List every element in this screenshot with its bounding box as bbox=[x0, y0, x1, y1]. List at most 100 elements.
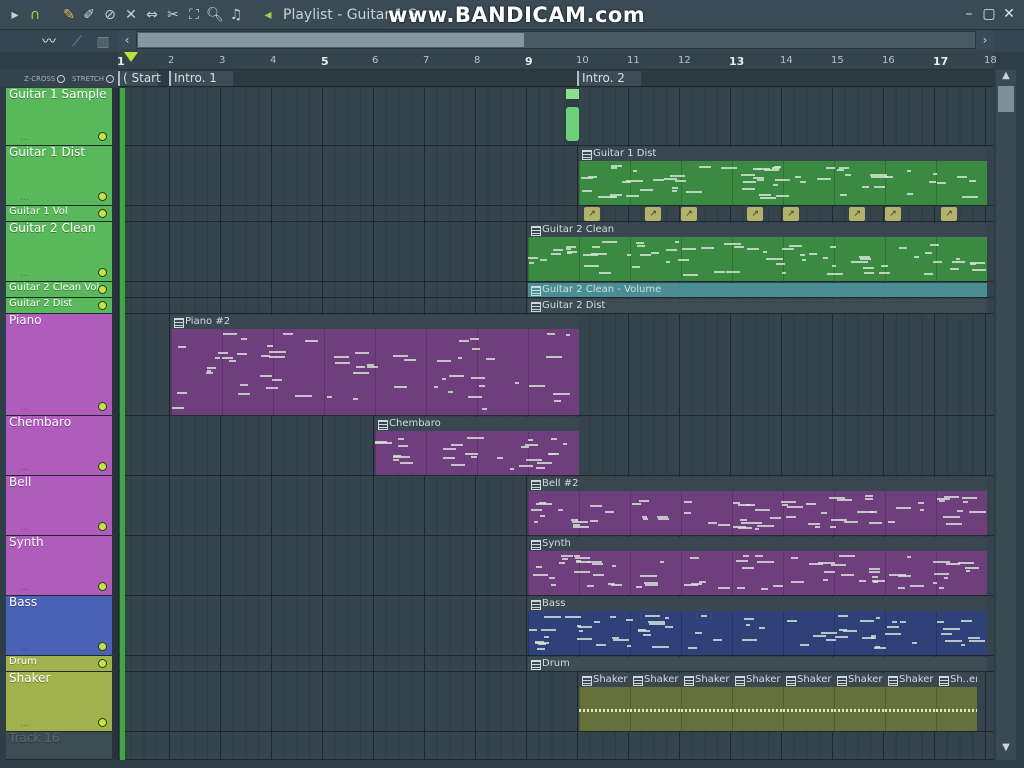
piano-roll-icon[interactable]: ▥ bbox=[94, 33, 112, 51]
clip-chembaro[interactable]: Chembaro bbox=[375, 417, 579, 475]
clip-shaker[interactable]: Shaker bbox=[630, 673, 681, 731]
track-mute-led[interactable] bbox=[98, 642, 107, 651]
track-menu-icon[interactable]: ... bbox=[20, 583, 29, 593]
automation-point-icon[interactable]: ↗ bbox=[747, 207, 764, 221]
vertical-scrollbar[interactable] bbox=[996, 70, 1016, 760]
pencil-icon[interactable]: ✎ bbox=[60, 6, 78, 24]
automation-point-icon[interactable]: ↗ bbox=[783, 207, 799, 221]
track-mute-led[interactable] bbox=[98, 718, 107, 727]
track-header-13[interactable]: Track 16 bbox=[6, 732, 112, 760]
track-header-0[interactable]: Guitar 1 Sample... bbox=[6, 88, 112, 146]
track-header-1[interactable]: Guitar 1 Dist... bbox=[6, 146, 112, 206]
clip-drum[interactable]: Drum bbox=[528, 657, 987, 671]
marker-2[interactable]: Intro. 2 bbox=[577, 71, 641, 86]
playhead-marker[interactable] bbox=[124, 52, 138, 62]
clip-bell-2[interactable]: Bell #2 bbox=[528, 477, 987, 535]
track-mute-led[interactable] bbox=[98, 462, 107, 471]
track-mute-led[interactable] bbox=[98, 209, 107, 218]
track-header-3[interactable]: Guitar 2 Clean... bbox=[6, 222, 112, 282]
track-header-2[interactable]: Guitar 1 Vol bbox=[6, 206, 112, 222]
clip-piano-2[interactable]: Piano #2 bbox=[171, 315, 579, 415]
horizontal-scroll-thumb[interactable] bbox=[138, 33, 524, 47]
track-menu-icon[interactable]: ... bbox=[20, 643, 29, 653]
track-menu-icon[interactable]: ... bbox=[20, 523, 29, 533]
track-menu-icon[interactable]: ... bbox=[20, 193, 29, 203]
paint-icon[interactable]: ✐ bbox=[80, 6, 98, 24]
slice-icon[interactable]: ✂ bbox=[164, 6, 182, 24]
track-menu-icon[interactable]: ... bbox=[20, 269, 29, 279]
clip-guitar-2-clean-volume[interactable]: Guitar 2 Clean - Volume bbox=[528, 283, 987, 297]
scroll-right-arrow[interactable]: › bbox=[976, 31, 994, 49]
track-mute-led[interactable] bbox=[98, 582, 107, 591]
stretch-option[interactable]: STRETCH bbox=[72, 75, 115, 83]
clip-shaker[interactable]: Shaker bbox=[783, 673, 834, 731]
clip-shaker[interactable]: Shaker bbox=[885, 673, 936, 731]
clip-synth[interactable]: Synth bbox=[528, 537, 987, 595]
track-mute-led[interactable] bbox=[98, 285, 107, 294]
speaker-icon[interactable]: ♫ bbox=[227, 6, 245, 24]
track-mute-led[interactable] bbox=[98, 192, 107, 201]
clip-guitar-2-clean[interactable]: Guitar 2 Clean bbox=[528, 223, 987, 281]
track-header-5[interactable]: Guitar 2 Dist bbox=[6, 298, 112, 314]
automation-point-icon[interactable]: ↗ bbox=[584, 207, 601, 221]
track-mute-led[interactable] bbox=[98, 659, 107, 668]
scroll-up-arrow[interactable]: ▲ bbox=[996, 70, 1016, 86]
clip-guitar-2-dist[interactable]: Guitar 2 Dist bbox=[528, 299, 987, 313]
clip-shaker[interactable]: Shaker bbox=[834, 673, 885, 731]
marker-1[interactable]: Intro. 1 bbox=[169, 71, 233, 86]
mute-icon[interactable]: ✕ bbox=[122, 6, 140, 24]
automation-point-icon[interactable]: ↗ bbox=[681, 207, 697, 221]
automation-point-icon[interactable]: ↗ bbox=[885, 207, 901, 221]
track-header-12[interactable]: Shaker... bbox=[6, 672, 112, 732]
magnet-icon[interactable]: ∩ bbox=[26, 6, 44, 24]
maximize-icon[interactable]: ▢ bbox=[980, 5, 998, 23]
track-menu-icon[interactable]: ... bbox=[20, 403, 29, 413]
track-mute-led[interactable] bbox=[98, 301, 107, 310]
clip-shaker[interactable]: Shaker bbox=[579, 673, 630, 731]
track-mute-led[interactable] bbox=[98, 522, 107, 531]
track-header-9[interactable]: Synth... bbox=[6, 536, 112, 596]
slip-icon[interactable]: ⇔ bbox=[143, 6, 161, 24]
automation-icon[interactable]: ⟋ bbox=[68, 33, 86, 51]
waveform-icon[interactable]: 〰 bbox=[40, 33, 58, 51]
track-mute-led[interactable] bbox=[98, 268, 107, 277]
track-menu-icon[interactable]: ... bbox=[20, 133, 29, 143]
minimize-icon[interactable]: – bbox=[960, 5, 978, 23]
clip-shaker[interactable]: Shaker bbox=[732, 673, 783, 731]
clip-bass[interactable]: Bass bbox=[528, 597, 987, 655]
track-mute-led[interactable] bbox=[98, 402, 107, 411]
track-header-10[interactable]: Bass... bbox=[6, 596, 112, 656]
clip-audio[interactable] bbox=[566, 89, 579, 145]
track-menu-icon[interactable]: ... bbox=[20, 463, 29, 473]
horizontal-scrollbar[interactable] bbox=[136, 31, 976, 49]
automation-point-icon[interactable]: ↗ bbox=[941, 207, 958, 221]
vertical-scroll-thumb[interactable] bbox=[998, 82, 1014, 112]
track-mute-led[interactable] bbox=[98, 132, 107, 141]
marker-row[interactable]: ( Start Intro. 1 Intro. 2 bbox=[118, 70, 994, 87]
delete-icon[interactable]: ⊘ bbox=[101, 6, 119, 24]
track-header-7[interactable]: Chembaro... bbox=[6, 416, 112, 476]
automation-point-icon[interactable]: ↗ bbox=[849, 207, 866, 221]
arrow-right-icon[interactable]: ▸ bbox=[6, 6, 24, 24]
timeline-ruler[interactable]: 1 2 3 4 5 6 7 8 9 10 11 12 13 14 15 16 17 18 bbox=[117, 52, 997, 70]
zcross-option[interactable]: Z-CROSS bbox=[24, 75, 66, 83]
track-header-6[interactable]: Piano... bbox=[6, 314, 112, 416]
track-header-4[interactable]: Guitar 2 Clean Vol. bbox=[6, 282, 112, 298]
scroll-down-arrow[interactable]: ▼ bbox=[996, 742, 1016, 758]
scroll-left-arrow[interactable]: ‹ bbox=[118, 31, 136, 49]
zoom-icon[interactable]: 🔍︎ bbox=[206, 6, 224, 24]
close-icon[interactable]: ✕ bbox=[1000, 5, 1018, 23]
title-bar[interactable]: ▸ ∩ ✎ ✐ ⊘ ✕ ⇔ ✂ ⛶ 🔍︎ ♫ ◂ Playlist - Guit… bbox=[0, 0, 1024, 30]
automation-point-icon[interactable]: ↗ bbox=[645, 207, 662, 221]
select-icon[interactable]: ⛶ bbox=[185, 6, 203, 24]
track-header-11[interactable]: Drum bbox=[6, 656, 112, 672]
playlist-grid[interactable]: Guitar 1 Dist ↗ ↗ ↗ ↗ ↗ ↗ ↗ ↗ Guitar 2 Clean Guita… bbox=[118, 88, 994, 760]
track-menu-icon[interactable]: ... bbox=[20, 719, 29, 729]
clip-sh-er[interactable]: Sh..er bbox=[936, 673, 977, 731]
track-header-8[interactable]: Bell... bbox=[6, 476, 112, 536]
marker-0[interactable]: ( Start bbox=[118, 71, 161, 86]
clip-guitar-1-dist[interactable]: Guitar 1 Dist bbox=[579, 147, 987, 205]
clip-automation[interactable]: ↗ ↗ ↗ ↗ ↗ ↗ ↗ ↗ bbox=[579, 207, 987, 221]
playlist-arrow-icon[interactable]: ◂ bbox=[259, 6, 277, 24]
clip-shaker[interactable]: Shaker bbox=[681, 673, 732, 731]
